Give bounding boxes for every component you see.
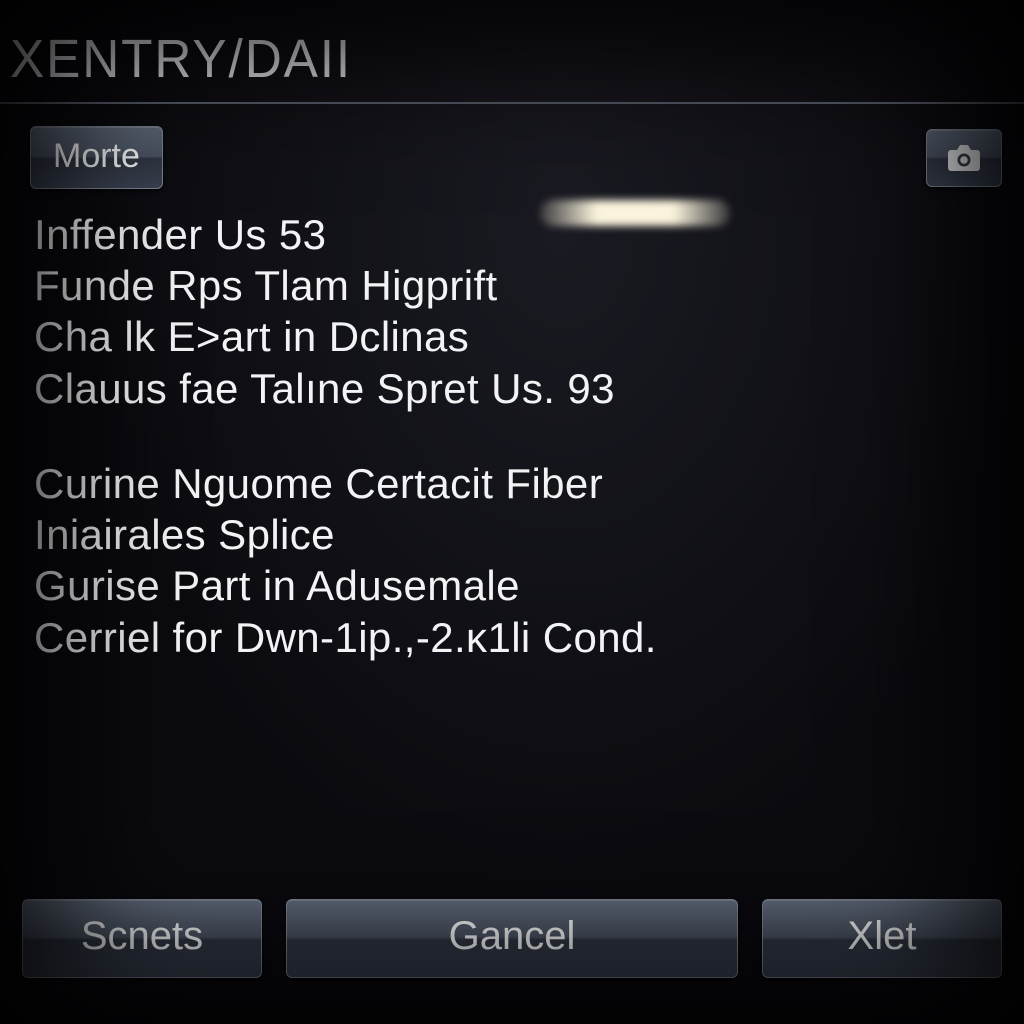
text-block-1: Inffender Us 53 Funde Rps Tlam Higprift … bbox=[34, 209, 990, 414]
content-line: Inffender Us 53 bbox=[34, 209, 990, 260]
xlet-button-label: Xlet bbox=[848, 914, 917, 959]
content-area: Inffender Us 53 Funde Rps Tlam Higprift … bbox=[0, 199, 1024, 899]
scnets-button-label: Scnets bbox=[81, 914, 203, 959]
text-block-2: Curine Nguome Certacit Fiber Iniairales … bbox=[34, 458, 990, 663]
morte-button-label: Morte bbox=[53, 137, 140, 176]
header-row: Morte bbox=[0, 104, 1024, 199]
app-title: XENTRY/DAII bbox=[10, 28, 964, 90]
content-line: Gurise Part in Adusemale bbox=[34, 560, 990, 611]
content-line: Clauus fae Talıne Spret Us. 93 bbox=[34, 363, 990, 414]
content-line: Cerriel for Dwn-1ip.,-2.ĸ1li Cond. bbox=[34, 612, 990, 663]
content-line: Funde Rps Tlam Higprift bbox=[34, 260, 990, 311]
gancel-button[interactable]: Gancel bbox=[286, 899, 738, 978]
content-line: Iniairales Splice bbox=[34, 509, 990, 560]
content-line: Curine Nguome Certacit Fiber bbox=[34, 458, 990, 509]
scnets-button[interactable]: Scnets bbox=[22, 899, 262, 978]
content-line: Cha lk E>art in Dclinas bbox=[34, 311, 990, 362]
morte-button[interactable]: Morte bbox=[30, 126, 163, 189]
camera-button[interactable] bbox=[926, 129, 1002, 187]
title-bar: XENTRY/DAII bbox=[0, 0, 1024, 104]
footer-button-row: Scnets Gancel Xlet bbox=[0, 899, 1024, 1024]
camera-icon bbox=[947, 144, 981, 172]
xlet-button[interactable]: Xlet bbox=[762, 899, 1002, 978]
gancel-button-label: Gancel bbox=[449, 914, 576, 959]
screen: XENTRY/DAII Morte Inffender Us 53 Funde … bbox=[0, 0, 1024, 1024]
